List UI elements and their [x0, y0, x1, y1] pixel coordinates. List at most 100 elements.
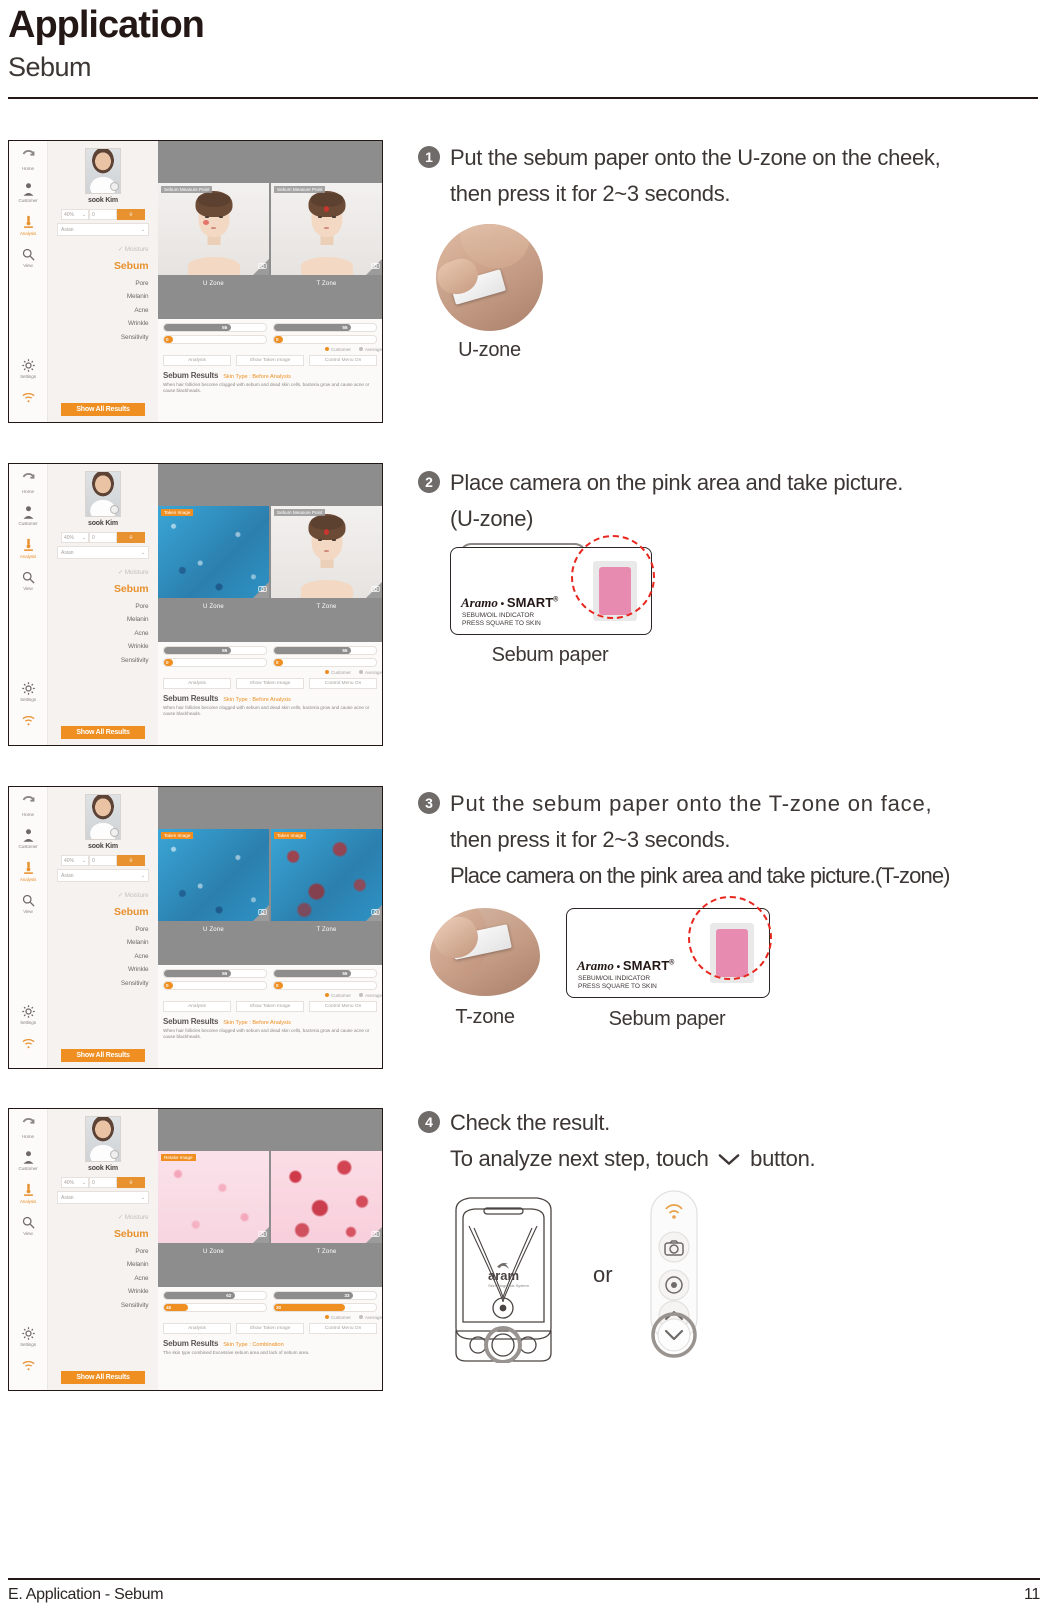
avatar-camera-icon[interactable]	[109, 1150, 119, 1159]
count-field[interactable]: 0	[89, 1177, 117, 1188]
count-field[interactable]: 0	[89, 855, 117, 866]
image-pane-u[interactable]: Retake Image U Zone	[158, 1109, 269, 1287]
analysis-button[interactable]: Analysis	[163, 1001, 231, 1012]
control-menu-button[interactable]: Control Menu On	[309, 1001, 377, 1012]
image-pane-t[interactable]: T Zone	[269, 1109, 382, 1287]
menu-item-sensitivity[interactable]: Sensitivity	[53, 980, 149, 987]
menu-item-wrinkle[interactable]: Wrinkle	[53, 643, 149, 650]
menu-item-moisture[interactable]: ✓ Moisture	[53, 245, 149, 253]
ethnicity-select[interactable]: Asian ⌄	[57, 1191, 149, 1204]
zoom-select[interactable]: 40% ⌄	[61, 855, 89, 866]
menu-item-sebum[interactable]: Sebum	[53, 1228, 149, 1240]
sidebar-item-settings[interactable]: Settings	[9, 1326, 47, 1347]
menu-item-moisture[interactable]: ✓ Moisture	[53, 568, 149, 576]
sidebar-item-home[interactable]: Home	[9, 149, 47, 171]
sidebar-item-view[interactable]: View	[9, 1215, 47, 1236]
menu-item-sebum[interactable]: Sebum	[53, 260, 149, 272]
sidebar-item-view[interactable]: View	[9, 893, 47, 914]
sidebar-item-home[interactable]: Home	[9, 472, 47, 494]
ethnicity-select[interactable]: Asian ⌄	[57, 546, 149, 559]
image-pane-u[interactable]: Taken Image U Zone	[158, 464, 269, 642]
camera-icon[interactable]	[371, 907, 380, 916]
zoom-select[interactable]: 40% ⌄	[61, 209, 89, 220]
image-pane-t[interactable]: Taken Image T Zone	[269, 787, 382, 965]
avatar-camera-icon[interactable]	[109, 505, 119, 514]
menu-item-acne[interactable]: Acne	[53, 307, 148, 314]
show-taken-image-button[interactable]: Show Taken Image	[236, 678, 304, 689]
menu-item-moisture[interactable]: ✓ Moisture	[53, 891, 149, 899]
show-all-results-button[interactable]: Show All Results	[61, 726, 145, 739]
sidebar-item-customer[interactable]: Customer	[9, 828, 47, 849]
menu-item-wrinkle[interactable]: Wrinkle	[53, 966, 149, 973]
analysis-button[interactable]: Analysis	[163, 355, 231, 366]
menu-item-melanin[interactable]: Melanin	[53, 616, 149, 623]
camera-icon[interactable]	[371, 584, 380, 593]
menu-item-pore[interactable]: Pore	[53, 1248, 148, 1255]
control-menu-button[interactable]: Control Menu On	[309, 678, 377, 689]
zoom-select[interactable]: 40% ⌄	[61, 1177, 89, 1188]
show-taken-image-button[interactable]: Show Taken Image	[236, 355, 304, 366]
ethnicity-select[interactable]: Asian ⌄	[57, 869, 149, 882]
menu-item-sebum[interactable]: Sebum	[53, 583, 149, 595]
show-all-results-button[interactable]: Show All Results	[61, 1049, 145, 1062]
image-pane-t[interactable]: Sebum Measure Point T Zone	[269, 464, 382, 642]
sidebar-item-analysis[interactable]: Analysis	[9, 860, 47, 882]
sidebar-item-customer[interactable]: Customer	[9, 182, 47, 203]
control-menu-button[interactable]: Control Menu On	[309, 355, 377, 366]
image-pane-u[interactable]: Taken Image U Zone	[158, 787, 269, 965]
zoom-select[interactable]: 40% ⌄	[61, 532, 89, 543]
menu-item-pore[interactable]: Pore	[53, 926, 148, 933]
camera-icon[interactable]	[258, 584, 267, 593]
sidebar-item-analysis[interactable]: Analysis	[9, 214, 47, 236]
menu-item-acne[interactable]: Acne	[53, 630, 148, 637]
menu-item-moisture[interactable]: ✓ Moisture	[53, 1213, 149, 1221]
sidebar-item-home[interactable]: Home	[9, 1117, 47, 1139]
analysis-button[interactable]: Analysis	[163, 678, 231, 689]
count-field[interactable]: 0	[89, 209, 117, 220]
camera-icon[interactable]	[258, 261, 267, 270]
sidebar-item-analysis[interactable]: Analysis	[9, 1182, 47, 1204]
menu-item-acne[interactable]: Acne	[53, 953, 148, 960]
avatar-camera-icon[interactable]	[109, 182, 119, 191]
capture-button[interactable]: ⌾	[117, 1177, 145, 1188]
menu-item-acne[interactable]: Acne	[53, 1275, 148, 1282]
menu-item-sebum[interactable]: Sebum	[53, 906, 149, 918]
menu-item-sensitivity[interactable]: Sensitivity	[53, 657, 149, 664]
camera-icon[interactable]	[371, 1229, 380, 1238]
menu-item-melanin[interactable]: Melanin	[53, 293, 149, 300]
menu-item-wrinkle[interactable]: Wrinkle	[53, 1288, 149, 1295]
menu-item-pore[interactable]: Pore	[53, 280, 148, 287]
menu-item-sensitivity[interactable]: Sensitivity	[53, 1302, 149, 1309]
camera-icon[interactable]	[258, 907, 267, 916]
avatar-camera-icon[interactable]	[109, 828, 119, 837]
capture-button[interactable]: ⌾	[117, 209, 145, 220]
show-all-results-button[interactable]: Show All Results	[61, 1371, 145, 1384]
menu-item-sensitivity[interactable]: Sensitivity	[53, 334, 149, 341]
menu-item-pore[interactable]: Pore	[53, 603, 148, 610]
sidebar-item-settings[interactable]: Settings	[9, 681, 47, 702]
image-pane-u[interactable]: Sebum Measure Point U Zone	[158, 141, 269, 319]
sidebar-item-analysis[interactable]: Analysis	[9, 537, 47, 559]
camera-icon[interactable]	[371, 261, 380, 270]
image-pane-t[interactable]: Sebum Measure Point T Zone	[269, 141, 382, 319]
show-taken-image-button[interactable]: Show Taken Image	[236, 1001, 304, 1012]
menu-item-wrinkle[interactable]: Wrinkle	[53, 320, 149, 327]
capture-button[interactable]: ⌾	[117, 532, 145, 543]
analysis-button[interactable]: Analysis	[163, 1323, 231, 1334]
control-menu-button[interactable]: Control Menu On	[309, 1323, 377, 1334]
camera-icon[interactable]	[258, 1229, 267, 1238]
sidebar-item-customer[interactable]: Customer	[9, 1150, 47, 1171]
sidebar-item-home[interactable]: Home	[9, 795, 47, 817]
show-all-results-button[interactable]: Show All Results	[61, 403, 145, 416]
ethnicity-select[interactable]: Asian ⌄	[57, 223, 149, 236]
count-field[interactable]: 0	[89, 532, 117, 543]
menu-item-melanin[interactable]: Melanin	[53, 1261, 149, 1268]
sidebar-item-settings[interactable]: Settings	[9, 1004, 47, 1025]
sidebar-item-view[interactable]: View	[9, 247, 47, 268]
sidebar-item-view[interactable]: View	[9, 570, 47, 591]
capture-button[interactable]: ⌾	[117, 855, 145, 866]
sidebar-item-customer[interactable]: Customer	[9, 505, 47, 526]
menu-item-melanin[interactable]: Melanin	[53, 939, 149, 946]
show-taken-image-button[interactable]: Show Taken Image	[236, 1323, 304, 1334]
sidebar-item-settings[interactable]: Settings	[9, 358, 47, 379]
